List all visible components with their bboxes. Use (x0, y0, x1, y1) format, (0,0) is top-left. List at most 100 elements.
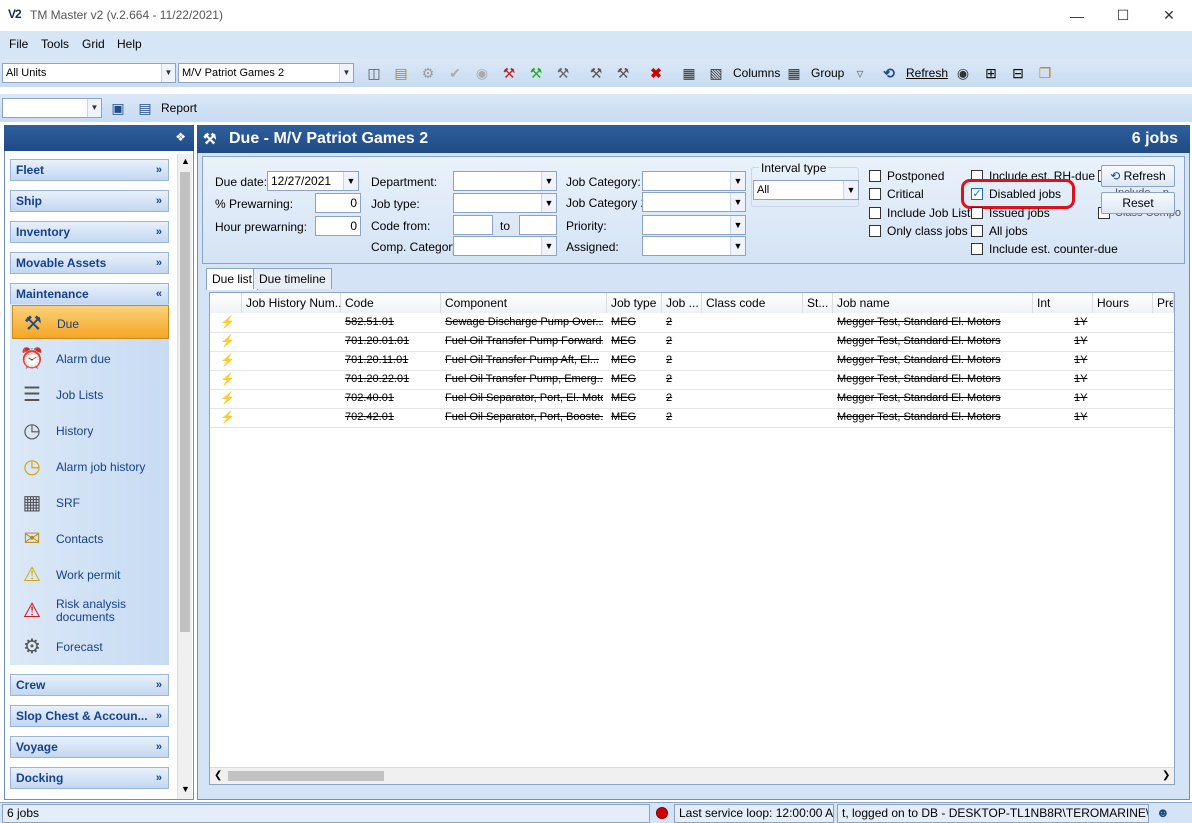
table-row[interactable]: ⚡ 702.40.01 Fuel Oil Separator, Port, El… (210, 390, 1174, 409)
wrench-icon[interactable]: ⚒ (586, 63, 606, 83)
tools-icon[interactable]: ⚒ (613, 63, 633, 83)
columns-button[interactable]: Columns (733, 66, 780, 80)
chevron-down-icon[interactable]: ▼ (730, 237, 745, 255)
chevron-down-icon[interactable]: ▼ (730, 193, 745, 211)
all-jobs-checkbox[interactable] (971, 225, 983, 237)
nav-group-inventory[interactable]: Inventory » (10, 221, 169, 243)
nav-item-alarm-job-history[interactable]: ◷ Alarm job history (12, 449, 169, 483)
grid-horizontal-scrollbar[interactable]: ❮ ❯ (210, 767, 1174, 784)
pin-icon[interactable]: ❖ (175, 130, 186, 144)
column-header-class-code[interactable]: Class code (702, 293, 803, 313)
assigned-select[interactable]: ▼ (642, 236, 746, 256)
only-class-jobs-checkbox[interactable] (869, 225, 881, 237)
column-header-status[interactable]: St... (803, 293, 833, 313)
menu-help[interactable]: Help (117, 37, 142, 51)
refresh-icon[interactable]: ⟲ (879, 63, 899, 83)
table-row[interactable]: ⚡ 582.51.01 Sewage Discharge Pump Over..… (210, 314, 1174, 333)
nav-group-slop-chest[interactable]: Slop Chest & Accoun... » (10, 705, 169, 727)
refresh-button[interactable]: Refresh (906, 66, 948, 80)
column-header-code[interactable]: Code (341, 293, 441, 313)
hour-prewarning-input[interactable]: 0 (315, 216, 361, 236)
department-select[interactable]: ▼ (453, 171, 557, 191)
chevron-down-icon[interactable]: ▼ (541, 237, 556, 255)
reset-button[interactable]: Reset (1101, 192, 1175, 214)
collapse-minus-icon[interactable]: ⊟ (1008, 63, 1028, 83)
copy-icon[interactable]: ❐ (1035, 63, 1055, 83)
table-row[interactable]: ⚡ 701.20.01.01 Fuel Oil Transfer Pump Fo… (210, 333, 1174, 352)
chevron-down-icon[interactable]: ▼ (541, 172, 556, 190)
tab-due-timeline[interactable]: Due timeline (253, 268, 332, 289)
table-row[interactable]: ⚡ 701.20.22.01 Fuel Oil Transfer Pump, E… (210, 371, 1174, 390)
group-icon[interactable]: ▦ (784, 63, 804, 83)
nav-item-alarm-due[interactable]: ⏰ Alarm due (12, 341, 169, 375)
priority-select[interactable]: ▼ (642, 215, 746, 235)
column-header-int[interactable]: Int (1033, 293, 1093, 313)
include-counter-due-checkbox[interactable] (971, 243, 983, 255)
nav-item-srf[interactable]: ▦ SRF (12, 485, 169, 519)
chevron-down-icon[interactable]: ▼ (730, 216, 745, 234)
wrench-info-icon[interactable]: ⚒ (553, 63, 573, 83)
nav-item-contacts[interactable]: ✉ Contacts (12, 521, 169, 555)
tab-due-list[interactable]: Due list (206, 268, 259, 290)
code-from-input[interactable] (453, 215, 493, 235)
dial-icon[interactable]: ◉ (472, 63, 492, 83)
wrench-stop-icon[interactable]: ⚒ (499, 63, 519, 83)
include-job-lists-checkbox[interactable] (869, 207, 881, 219)
scroll-left-icon[interactable]: ❮ (214, 770, 222, 781)
menu-tools[interactable]: Tools (41, 37, 69, 51)
binoculars-icon[interactable]: ◉ (953, 63, 973, 83)
refresh-button-panel[interactable]: ⟲ Refresh (1101, 165, 1175, 187)
column-header-job[interactable]: Job ... (662, 293, 702, 313)
column-header-job-history[interactable]: Job History Num... (242, 293, 341, 313)
nav-group-maintenance[interactable]: Maintenance « (10, 283, 169, 305)
nav-group-crew[interactable]: Crew » (10, 674, 169, 696)
chevron-down-icon[interactable]: ▼ (161, 64, 175, 82)
filter-funnel-icon[interactable]: ▿ (850, 63, 870, 83)
unit-combo[interactable]: All Units ▼ (2, 63, 176, 83)
job-category-select[interactable]: ▼ (642, 171, 746, 191)
minimize-icon[interactable]: — (1054, 0, 1100, 31)
table-row[interactable]: ⚡ 702.42.01 Fuel Oil Separator, Port, Bo… (210, 409, 1174, 428)
chevron-down-icon[interactable]: ▼ (541, 194, 556, 212)
user-lock-icon[interactable]: ☻ (1156, 805, 1170, 820)
nav-group-fleet[interactable]: Fleet » (10, 159, 169, 181)
nav-item-risk-analysis[interactable]: ⚠ Risk analysis documents (12, 593, 169, 633)
save-disk-icon[interactable]: ▣ (108, 98, 128, 118)
report-combo[interactable]: ▼ (2, 98, 102, 118)
chevron-down-icon[interactable]: ▼ (730, 172, 745, 190)
delete-x-icon[interactable]: ✖ (646, 63, 666, 83)
close-icon[interactable]: ✕ (1146, 0, 1192, 31)
code-to-input[interactable] (519, 215, 557, 235)
chevron-down-icon[interactable]: ▼ (343, 172, 358, 190)
wrench-play-icon[interactable]: ⚒ (526, 63, 546, 83)
prewarning-input[interactable]: 0 (315, 193, 361, 213)
column-header-hours[interactable]: Hours (1093, 293, 1153, 313)
scroll-up-icon[interactable]: ▲ (181, 156, 190, 166)
comp-category-select[interactable]: ▼ (453, 236, 557, 256)
nav-item-work-permit[interactable]: ⚠ Work permit (12, 557, 169, 591)
nav-group-voyage[interactable]: Voyage » (10, 736, 169, 758)
menu-file[interactable]: File (9, 37, 28, 51)
nav-item-history[interactable]: ◷ History (12, 413, 169, 447)
nav-item-due[interactable]: ⚒ Due (12, 305, 169, 339)
issued-jobs-checkbox[interactable] (971, 207, 983, 219)
nav-group-ship[interactable]: Ship » (10, 190, 169, 212)
column-header-prev[interactable]: Prev (1153, 293, 1174, 313)
column-header-job-name[interactable]: Job name (833, 293, 1033, 313)
group-button[interactable]: Group (811, 66, 844, 80)
postponed-checkbox[interactable] (869, 170, 881, 182)
table-row[interactable]: ⚡ 701.20.11.01 Fuel Oil Transfer Pump Af… (210, 352, 1174, 371)
chevron-down-icon[interactable]: ▼ (843, 181, 858, 199)
chevron-down-icon[interactable]: ▼ (87, 99, 101, 117)
nav-item-job-lists[interactable]: ☰ Job Lists (12, 377, 169, 411)
ship-combo[interactable]: M/V Patriot Games 2 ▼ (178, 63, 354, 83)
nav-group-movable-assets[interactable]: Movable Assets » (10, 252, 169, 274)
due-date-picker[interactable]: 12/27/2021 ▼ (267, 171, 359, 191)
nav-group-docking[interactable]: Docking » (10, 767, 169, 789)
maximize-icon[interactable]: ☐ (1100, 0, 1146, 31)
chevron-down-icon[interactable]: ▼ (339, 64, 353, 82)
report-button[interactable]: Report (161, 101, 197, 115)
job-type-select[interactable]: ▼ (453, 193, 557, 213)
menu-grid[interactable]: Grid (82, 37, 105, 51)
print-icon[interactable]: ◫ (364, 63, 384, 83)
